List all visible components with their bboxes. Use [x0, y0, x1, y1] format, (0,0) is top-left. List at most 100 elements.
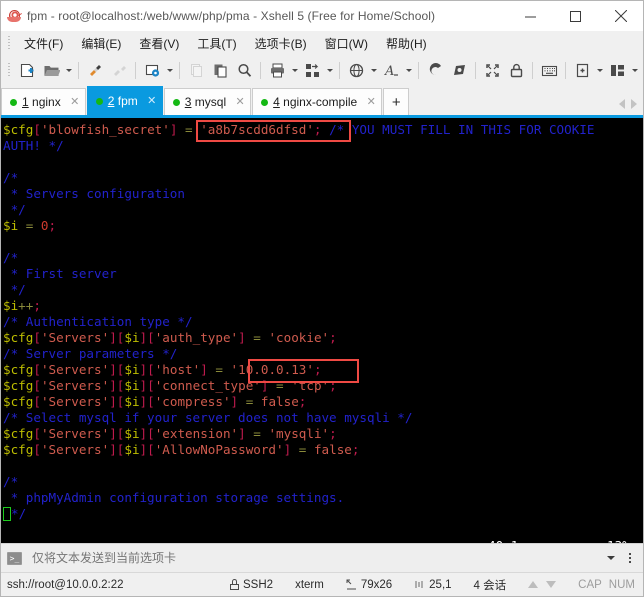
chevron-down-icon[interactable]: [601, 556, 621, 560]
terminal-token: ;: [329, 378, 337, 393]
layout-caret-icon[interactable]: [629, 58, 640, 82]
menu-drag-handle[interactable]: [5, 35, 12, 52]
caps-lock-indicator: CAP: [578, 578, 602, 591]
terminal-token: =: [18, 218, 41, 233]
session-properties-icon[interactable]: [140, 58, 164, 82]
tab-close-icon[interactable]: ✕: [232, 94, 248, 110]
terminal-token: [: [33, 426, 41, 441]
font-icon[interactable]: A: [379, 58, 403, 82]
terminal-token: =: [245, 426, 269, 441]
terminal-token: [: [33, 394, 41, 409]
new-session-icon[interactable]: [15, 58, 39, 82]
toolbar-separator: [135, 61, 136, 79]
lock-icon[interactable]: [504, 58, 528, 82]
tab-nginx-compile[interactable]: 4 nginx-compile ✕: [252, 88, 383, 115]
send-text-input[interactable]: [30, 550, 601, 566]
terminal-token: 'extension': [154, 426, 239, 441]
terminal-token: ++: [18, 298, 34, 313]
terminal-token: 'cookie': [268, 330, 330, 345]
terminal-token: */: [3, 282, 26, 297]
transfer-file-caret-icon[interactable]: [324, 58, 335, 82]
browser-icon[interactable]: [344, 58, 368, 82]
layout-icon[interactable]: [605, 58, 629, 82]
kebab-menu-icon[interactable]: [621, 553, 639, 563]
print-icon[interactable]: [265, 58, 289, 82]
menu-tools[interactable]: 工具(T): [188, 32, 245, 55]
terminal-line: $cfg['Servers'][$i]['connect_type'] = 't…: [3, 378, 643, 394]
menu-file[interactable]: 文件(F): [15, 32, 72, 55]
close-button[interactable]: [598, 1, 643, 31]
new-tab-button[interactable]: +: [383, 88, 410, 115]
transfer-file-icon[interactable]: [300, 58, 324, 82]
terminal-token: =: [207, 362, 231, 377]
command-prompt-icon: >_: [7, 551, 22, 565]
tab-status-dot-icon: [10, 98, 17, 106]
terminal-screen[interactable]: $cfg['blowfish_secret'] = 'a8b7scdd6dfsd…: [1, 118, 643, 543]
terminal-cursor: [3, 507, 11, 521]
copy-icon[interactable]: [184, 58, 208, 82]
terminal-token: ;: [48, 218, 57, 233]
font-caret-icon[interactable]: [403, 58, 414, 82]
connect-icon[interactable]: [83, 58, 107, 82]
terminal-token: $i: [124, 394, 140, 409]
menu-edit[interactable]: 编辑(E): [72, 32, 130, 55]
keyboard-icon[interactable]: [537, 58, 561, 82]
terminal-token: 0: [40, 218, 49, 233]
terminal-token: 'Servers': [40, 442, 110, 457]
session-properties-caret-icon[interactable]: [164, 58, 175, 82]
terminal-line: */: [3, 202, 643, 218]
browser-caret-icon[interactable]: [368, 58, 379, 82]
toolbar-separator: [339, 61, 340, 79]
open-session-caret-icon[interactable]: [63, 58, 74, 82]
menu-help[interactable]: 帮助(H): [377, 32, 436, 55]
cursor-position: 25,1: [414, 579, 452, 591]
scroll-right-icon[interactable]: [631, 99, 637, 109]
scroll-left-icon[interactable]: [619, 99, 625, 109]
terminal-token: ][: [139, 378, 155, 393]
security-label: SSH2: [243, 578, 274, 591]
add-pane-icon[interactable]: [570, 58, 594, 82]
terminal-token: =: [238, 394, 261, 409]
open-session-icon[interactable]: [39, 58, 63, 82]
terminal-token: ;: [351, 442, 360, 457]
terminal-token: [: [33, 122, 41, 137]
terminal-token: 'Servers': [40, 362, 110, 377]
tab-close-icon[interactable]: ✕: [144, 93, 160, 109]
tab-close-icon[interactable]: ✕: [363, 94, 379, 110]
terminal-token: 'mysqli': [268, 426, 330, 441]
minimize-button[interactable]: [508, 1, 553, 31]
terminal-token: 'tcp': [291, 378, 330, 393]
terminal-token: ][: [139, 330, 155, 345]
terminal-token: 'Servers': [40, 394, 110, 409]
menu-tab[interactable]: 选项卡(B): [246, 32, 316, 55]
tab-nginx[interactable]: 1 nginx ✕: [1, 88, 86, 115]
terminal-line: $cfg['blowfish_secret'] = 'a8b7scdd6dfsd…: [3, 122, 643, 138]
tab-mysql[interactable]: 3 mysql ✕: [163, 88, 252, 115]
xftp-icon[interactable]: [447, 58, 471, 82]
terminal-line: /* Server parameters */: [3, 346, 643, 362]
paste-icon[interactable]: [208, 58, 232, 82]
maximize-button[interactable]: [553, 1, 598, 31]
resize-icon: [346, 579, 357, 590]
terminal-token: $i: [124, 426, 140, 441]
tab-number: 2: [107, 94, 115, 108]
terminal-token: /*: [3, 474, 19, 489]
menu-window[interactable]: 窗口(W): [316, 32, 377, 55]
menu-view[interactable]: 查看(V): [130, 32, 188, 55]
xshell-icon[interactable]: [423, 58, 447, 82]
terminal-token: 'connect_type': [154, 378, 261, 393]
send-command-bar: >_: [1, 543, 643, 572]
tab-close-icon[interactable]: ✕: [67, 94, 83, 110]
print-caret-icon[interactable]: [289, 58, 300, 82]
terminal-line: /* Select mysql if your server does not …: [3, 410, 643, 426]
add-pane-caret-icon[interactable]: [594, 58, 605, 82]
tab-fpm[interactable]: 2 fpm ✕: [86, 86, 163, 115]
disconnect-icon[interactable]: [107, 58, 131, 82]
svg-text:A: A: [384, 64, 394, 79]
tab-label: mysql: [194, 95, 227, 109]
find-icon[interactable]: [232, 58, 256, 82]
toolbar-drag-handle[interactable]: [5, 62, 12, 79]
fullscreen-icon[interactable]: [480, 58, 504, 82]
terminal-token: * phpMyAdmin configuration storage setti…: [3, 490, 345, 505]
